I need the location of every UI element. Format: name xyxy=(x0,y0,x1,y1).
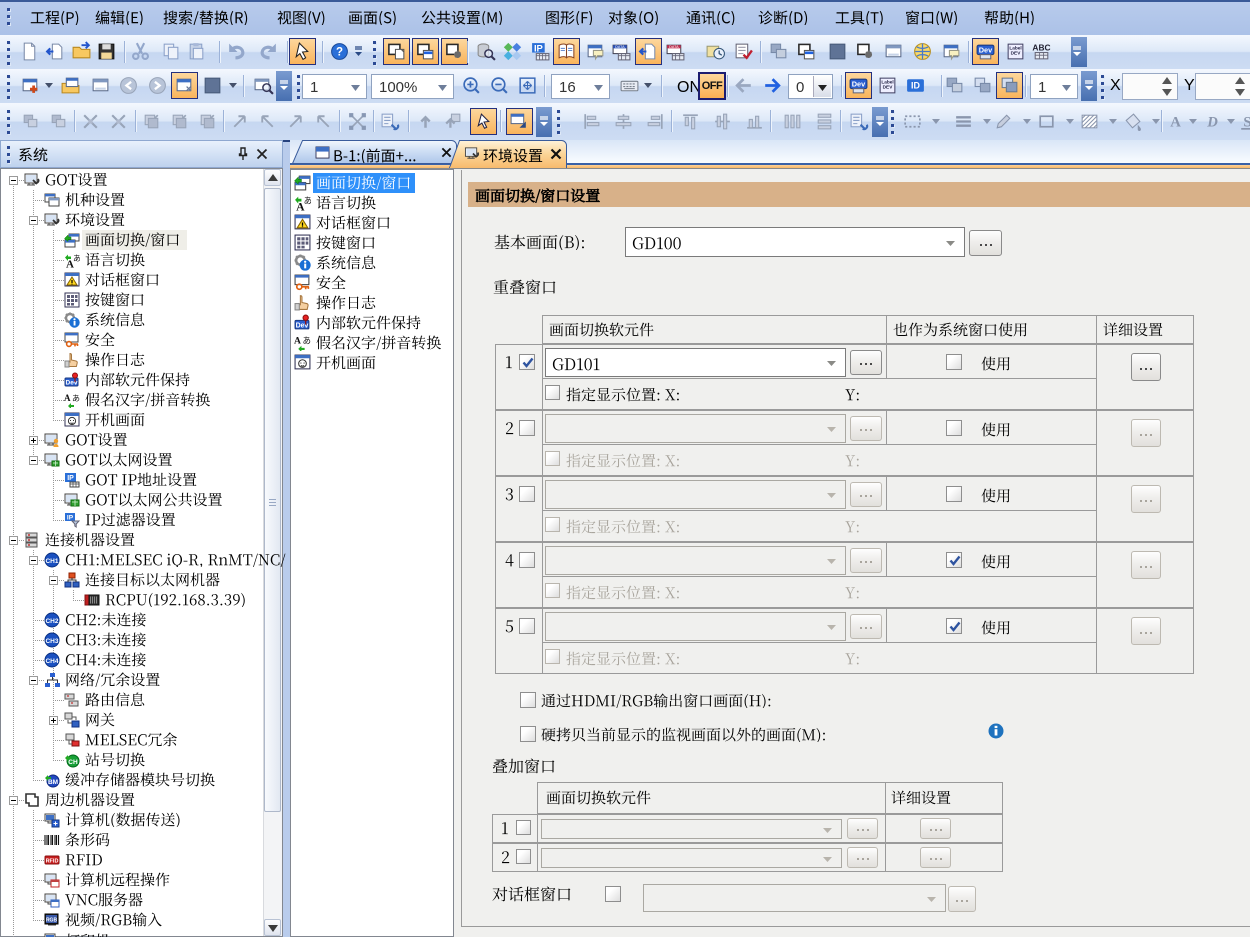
svg-text:A: A xyxy=(294,336,301,347)
svg-text:あ: あ xyxy=(72,394,80,403)
svg-text:あ: あ xyxy=(303,336,312,346)
svg-text:CH3: CH3 xyxy=(45,638,58,645)
svg-text:CH2: CH2 xyxy=(45,618,58,625)
svg-text:CH4: CH4 xyxy=(45,658,58,665)
svg-text:Label: Label xyxy=(1009,45,1021,51)
svg-text:A: A xyxy=(1170,114,1181,130)
svg-text:Label: Label xyxy=(881,79,893,85)
svg-text:DATA: DATA xyxy=(615,45,625,49)
svg-text:CH: CH xyxy=(68,759,78,766)
svg-text:IP: IP xyxy=(67,475,74,482)
svg-text:あ: あ xyxy=(73,254,80,263)
svg-text:RGB: RGB xyxy=(46,918,58,924)
svg-text:Dev: Dev xyxy=(978,45,992,54)
svg-text:DEV: DEV xyxy=(882,84,893,90)
svg-text:Dev: Dev xyxy=(851,79,865,88)
svg-text:CH1: CH1 xyxy=(45,558,58,565)
svg-text:A: A xyxy=(64,393,71,403)
svg-text:あ: あ xyxy=(304,196,311,206)
svg-text:RFID: RFID xyxy=(46,859,59,865)
svg-text:IP: IP xyxy=(67,515,74,522)
svg-text:?: ? xyxy=(335,46,342,58)
svg-text:ID: ID xyxy=(911,80,920,90)
svg-text:Dev: Dev xyxy=(66,380,78,387)
svg-text:IP: IP xyxy=(533,43,542,54)
svg-text:DEV: DEV xyxy=(1010,50,1021,56)
svg-text:Dev: Dev xyxy=(296,322,309,329)
svg-text:DATA: DATA xyxy=(669,45,679,49)
svg-text:BM: BM xyxy=(48,779,58,786)
svg-text:ABC: ABC xyxy=(1032,42,1050,52)
svg-text:D: D xyxy=(1206,114,1218,130)
